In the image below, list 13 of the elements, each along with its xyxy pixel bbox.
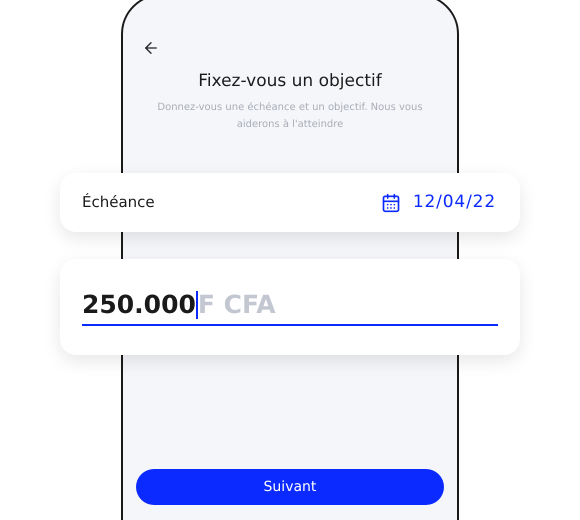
next-button[interactable]: Suivant bbox=[136, 469, 444, 505]
currency-unit: F CFA bbox=[198, 288, 276, 320]
amount-field[interactable]: 250.000F CFA bbox=[82, 285, 498, 326]
page-subtitle: Donnez-vous une échéance et un objectif. Nous vous aiderons à l'atteindre bbox=[156, 101, 424, 132]
text-cursor bbox=[196, 290, 198, 318]
back-button[interactable] bbox=[142, 39, 160, 57]
back-icon bbox=[142, 39, 160, 57]
page-title: Fixez-vous un objectif bbox=[198, 70, 382, 93]
deadline-card[interactable]: Échéance 12/04/22 bbox=[60, 173, 520, 232]
deadline-date: 12/04/22 bbox=[412, 190, 496, 214]
calendar-icon bbox=[380, 192, 401, 212]
amount-value: 250.000 bbox=[82, 288, 196, 320]
deadline-label: Échéance bbox=[82, 192, 155, 214]
